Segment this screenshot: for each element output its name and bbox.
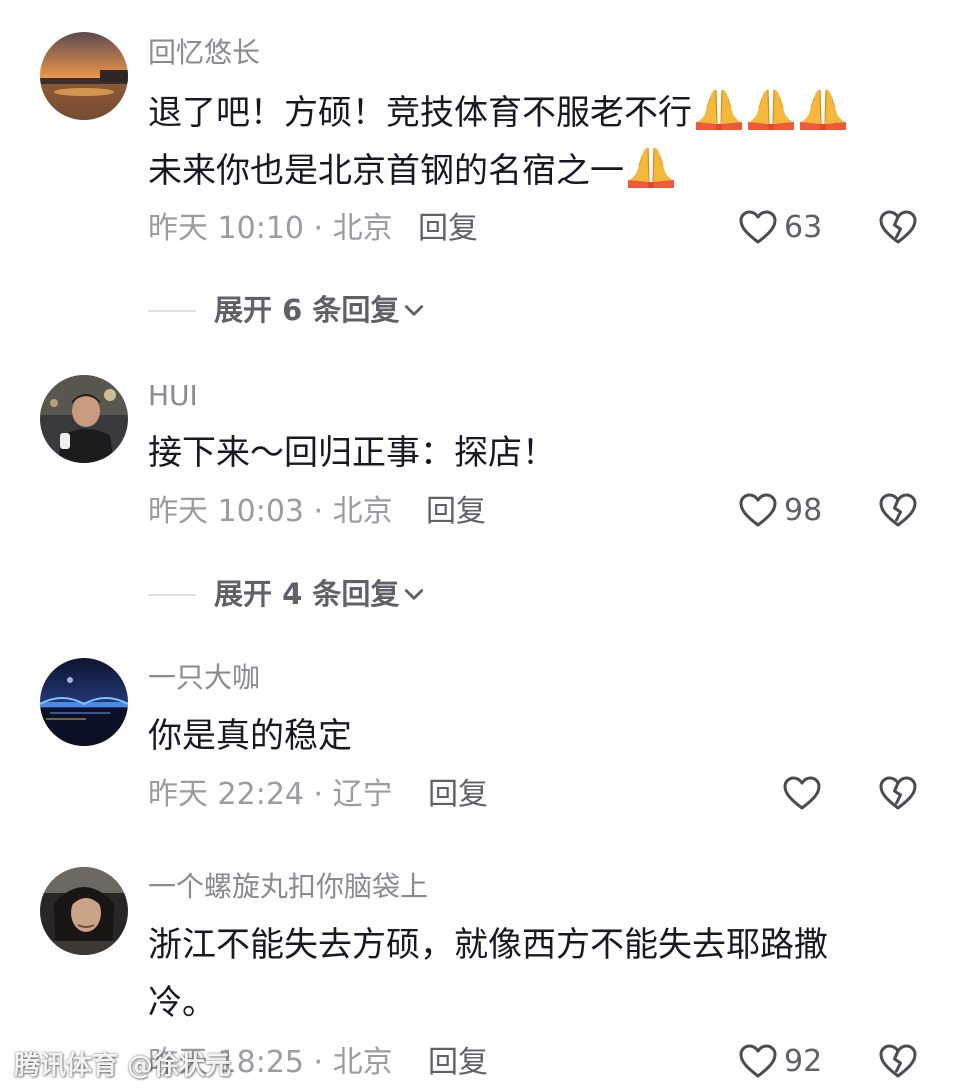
reply-button[interactable]: 回复 <box>418 214 478 244</box>
bridge-night-avatar[interactable] <box>40 658 128 746</box>
reply-button[interactable]: 回复 <box>426 497 486 527</box>
comment-username[interactable]: 回忆悠长 <box>148 39 260 67</box>
folded-hands-emoji <box>746 84 796 132</box>
comment-text-line: 冷。 <box>148 983 216 1023</box>
chevron-down-icon <box>403 300 425 322</box>
folded-hands-emoji <box>798 84 848 132</box>
heart-outline-icon <box>782 774 822 814</box>
broken-heart-icon[interactable] <box>878 208 918 248</box>
folded-hands-emoji <box>694 84 744 132</box>
like-count: 92 <box>784 1044 823 1079</box>
reply-button[interactable]: 回复 <box>428 1048 488 1078</box>
heart-outline-icon <box>738 208 778 248</box>
reply-button[interactable]: 回复 <box>428 780 488 810</box>
man-night-avatar[interactable] <box>40 375 128 463</box>
comment-username[interactable]: HUI <box>148 382 198 410</box>
long-hair-person-avatar[interactable] <box>40 867 128 955</box>
like-count: 63 <box>784 210 823 245</box>
comment-text: 浙江不能失去方硕，就像西方不能失去耶路撒 冷。 <box>148 916 928 1032</box>
broken-heart-icon[interactable] <box>878 1042 918 1082</box>
like-button[interactable] <box>782 774 828 814</box>
expand-replies-label: 展开 6 条回复 <box>214 293 400 327</box>
comment-text-line: 未来你也是北京首钢的名宿之一 <box>148 151 624 191</box>
comment-meta: 昨天 10:10 · 北京 <box>148 211 393 246</box>
comment-meta: 昨天 22:24 · 辽宁 <box>148 777 393 812</box>
folded-hands-emoji <box>626 142 676 190</box>
divider <box>148 593 196 596</box>
like-count: 98 <box>784 493 823 528</box>
like-button[interactable]: 63 <box>738 208 822 248</box>
comment-meta: 昨天 10:03 · 北京 <box>148 494 393 529</box>
like-button[interactable]: 92 <box>738 1042 822 1082</box>
chevron-down-icon <box>403 584 425 606</box>
heart-outline-icon <box>738 1042 778 1082</box>
broken-heart-icon[interactable] <box>878 774 918 814</box>
comment-username[interactable]: 一只大咖 <box>148 664 260 692</box>
comment-text: 接下来～回归正事：探店！ <box>148 424 928 482</box>
sunset-avatar[interactable] <box>40 32 128 120</box>
expand-replies-button[interactable]: 展开 4 条回复 <box>148 580 425 609</box>
comment-text-line: 浙江不能失去方硕，就像西方不能失去耶路撒 <box>148 925 828 965</box>
divider <box>148 309 196 312</box>
expand-replies-button[interactable]: 展开 6 条回复 <box>148 296 425 325</box>
comment-text-line: 你是真的稳定 <box>148 716 352 756</box>
comment-text: 退了吧！方硕！竞技体育不服老不行 未来你也是北京首钢的名宿之一 <box>148 84 928 200</box>
comment-text: 你是真的稳定 <box>148 707 928 765</box>
heart-outline-icon <box>738 491 778 531</box>
expand-replies-label: 展开 4 条回复 <box>214 577 400 611</box>
comment-text-line: 接下来～回归正事：探店！ <box>148 433 556 473</box>
like-button[interactable]: 98 <box>738 491 822 531</box>
comment-username[interactable]: 一个螺旋丸扣你脑袋上 <box>148 873 428 901</box>
broken-heart-icon[interactable] <box>878 491 918 531</box>
watermark: 腾讯体育 @徐状元 <box>14 1051 232 1081</box>
comment-text-line: 退了吧！方硕！竞技体育不服老不行 <box>148 93 692 133</box>
